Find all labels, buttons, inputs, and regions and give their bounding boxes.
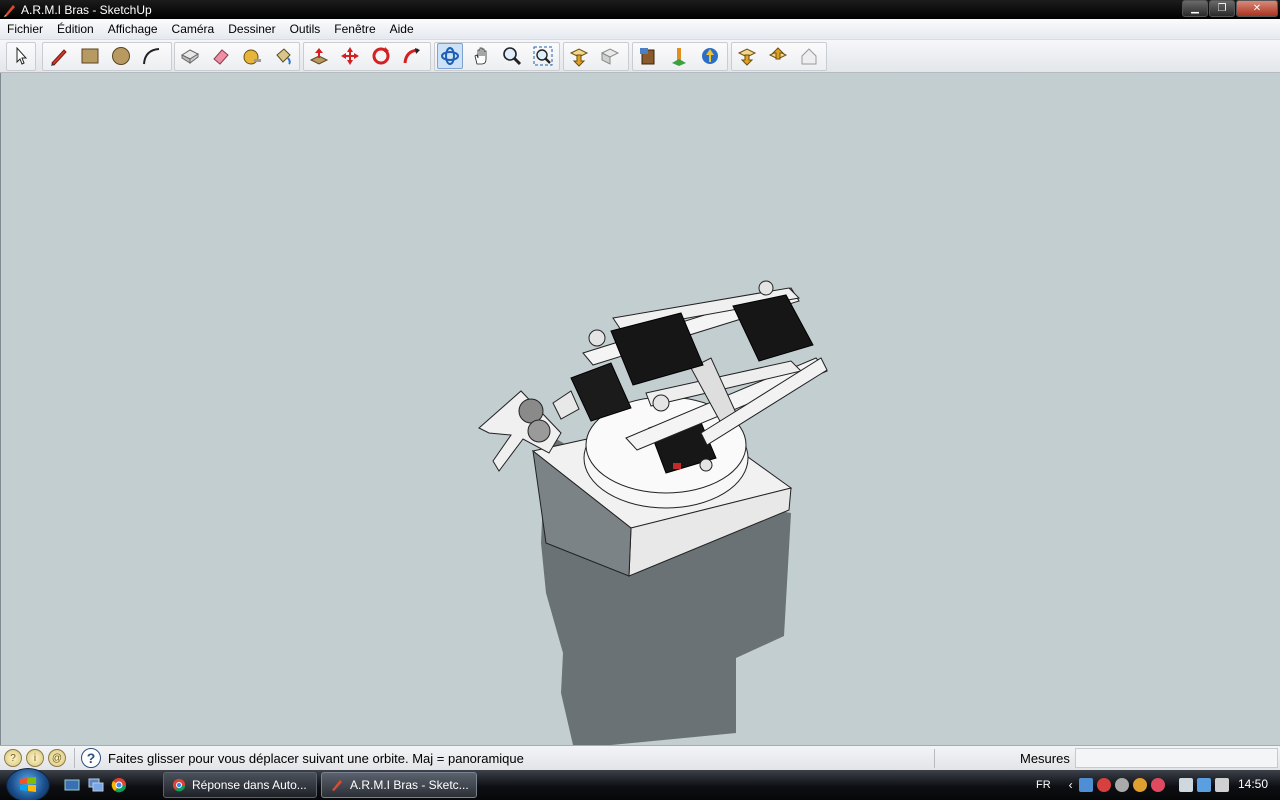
status-hint: Faites glisser pour vous déplacer suivan… (108, 750, 524, 766)
push-pull-icon[interactable] (306, 43, 332, 69)
follow-me-icon[interactable] (399, 43, 425, 69)
share-model-icon[interactable] (597, 43, 623, 69)
chrome-icon (172, 778, 186, 792)
tools-tray-icon[interactable] (1114, 778, 1129, 792)
menu-aide[interactable]: Aide (383, 22, 421, 36)
help-icon[interactable]: ? (81, 748, 101, 768)
zoom-tool-icon[interactable] (499, 43, 525, 69)
taskbar-clock[interactable]: 14:50 (1238, 777, 1268, 791)
menu-bar: Fichier Édition Affichage Caméra Dessine… (0, 19, 1280, 40)
windows-taskbar: Réponse dans Auto... A.R.M.I Bras - Sket… (0, 768, 1280, 800)
credits-icon[interactable]: i (26, 749, 44, 767)
position-camera-icon[interactable] (666, 43, 692, 69)
rotate-tool-icon[interactable] (368, 43, 394, 69)
title-bar: A.R.M.I Bras - SketchUp ▁ ❐ ✕ (0, 0, 1280, 19)
select-tool-icon[interactable] (8, 43, 34, 69)
network-tray-icon[interactable] (1078, 778, 1093, 792)
network-status-icon[interactable] (1196, 778, 1211, 792)
measurements-label: Mesures (1020, 751, 1070, 766)
eraser-tool-icon[interactable] (208, 43, 234, 69)
robot-arm-model (478, 280, 828, 745)
minimize-button[interactable]: ▁ (1182, 0, 1208, 17)
close-button[interactable]: ✕ (1236, 0, 1278, 17)
section-plane-icon[interactable] (765, 43, 791, 69)
switch-windows-icon[interactable] (88, 777, 104, 793)
sketchup-app-icon (4, 4, 15, 17)
status-bar: ? i @ ? Faites glisser pour vous déplace… (0, 745, 1280, 770)
get-photo-texture-icon[interactable] (635, 43, 661, 69)
circle-tool-icon[interactable] (108, 43, 134, 69)
rectangle-tool-icon[interactable] (77, 43, 103, 69)
task-label: Réponse dans Auto... (192, 778, 307, 792)
menu-dessiner[interactable]: Dessiner (221, 22, 282, 36)
show-hidden-icons-icon[interactable]: ‹ (1069, 778, 1073, 792)
sketchup-app-icon (332, 780, 342, 791)
geo-location-icon[interactable]: ? (4, 749, 22, 767)
get-models-icon[interactable] (566, 43, 592, 69)
menu-fichier[interactable]: Fichier (0, 22, 50, 36)
maximize-button[interactable]: ❐ (1209, 0, 1235, 17)
user-account-icon[interactable]: @ (48, 749, 66, 767)
app-tray-icon[interactable] (1150, 778, 1165, 792)
security-tray-icon[interactable] (1096, 778, 1111, 792)
move-tool-icon[interactable] (337, 43, 363, 69)
windows-logo-icon (20, 777, 36, 792)
walk-icon[interactable] (697, 43, 723, 69)
zoom-extents-icon[interactable] (530, 43, 556, 69)
measurements-input[interactable] (1075, 748, 1278, 768)
look-around-icon[interactable] (734, 43, 760, 69)
make-component-icon[interactable] (177, 43, 203, 69)
system-tray: FR ‹ (1030, 770, 1233, 800)
modeling-viewport[interactable] (0, 73, 1280, 745)
pan-tool-icon[interactable] (468, 43, 494, 69)
task-label: A.R.M.I Bras - Sketc... (350, 778, 469, 792)
battery-tray-icon[interactable] (1178, 778, 1193, 792)
task-sketchup-window[interactable]: A.R.M.I Bras - Sketc... (321, 772, 477, 798)
menu-outils[interactable]: Outils (283, 22, 328, 36)
chrome-icon[interactable] (111, 777, 127, 793)
notification-tray-icon[interactable] (1132, 778, 1147, 792)
main-toolbar (0, 40, 1280, 73)
menu-fenetre[interactable]: Fenêtre (327, 22, 382, 36)
pencil-tool-icon[interactable] (46, 43, 72, 69)
window-title: A.R.M.I Bras - SketchUp (21, 2, 152, 17)
arc-tool-icon[interactable] (139, 43, 165, 69)
paint-bucket-icon[interactable] (270, 43, 296, 69)
start-button[interactable] (6, 768, 50, 800)
show-desktop-icon[interactable] (64, 777, 80, 793)
warehouse-icon[interactable] (796, 43, 822, 69)
window-controls: ▁ ❐ ✕ (1182, 0, 1278, 17)
menu-edition[interactable]: Édition (50, 22, 101, 36)
orbit-tool-icon[interactable] (437, 43, 463, 69)
volume-icon[interactable] (1214, 778, 1229, 792)
task-chrome-window[interactable]: Réponse dans Auto... (163, 772, 317, 798)
menu-camera[interactable]: Caméra (165, 22, 222, 36)
tape-measure-icon[interactable] (239, 43, 265, 69)
menu-affichage[interactable]: Affichage (101, 22, 165, 36)
language-indicator[interactable]: FR (1036, 779, 1051, 791)
